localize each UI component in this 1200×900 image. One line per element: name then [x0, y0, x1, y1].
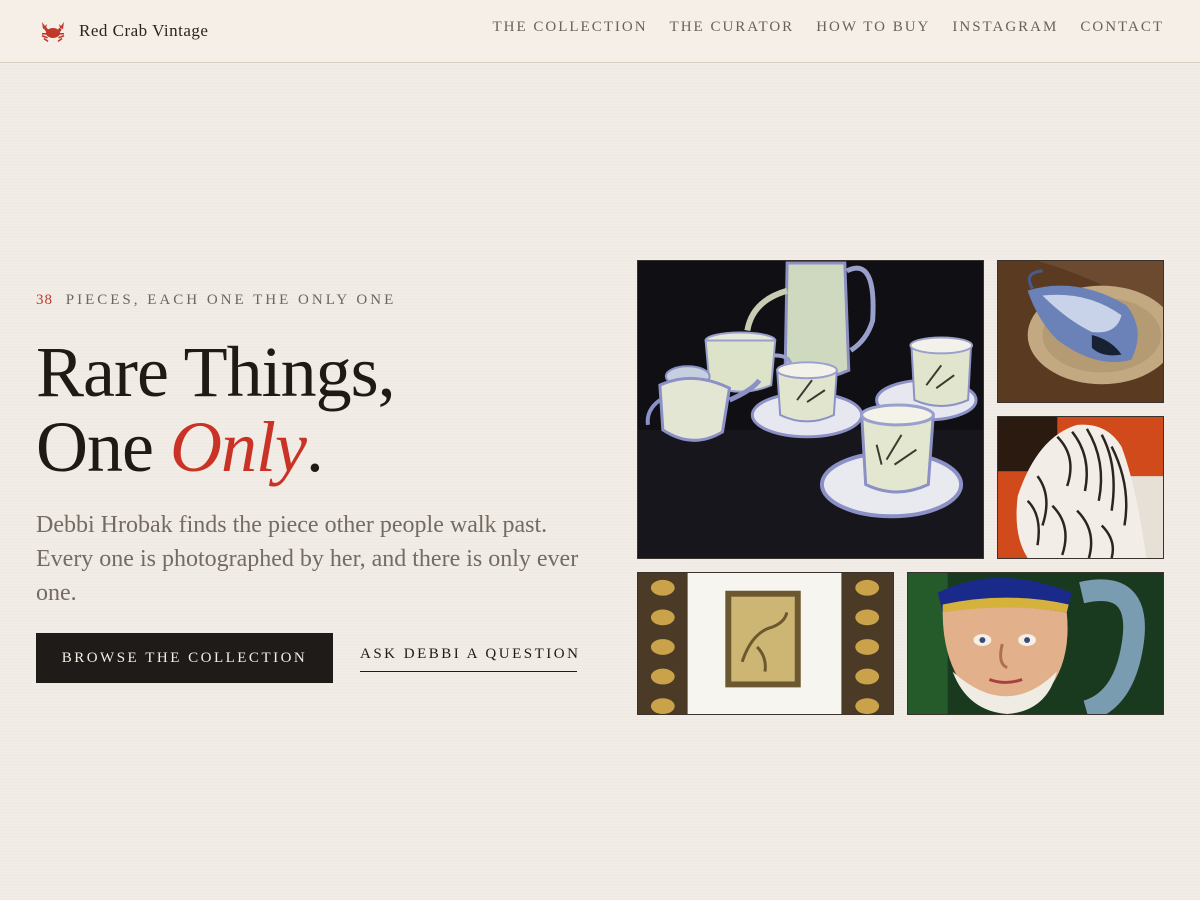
main-nav: THE COLLECTION THE CURATOR HOW TO BUY IN…: [492, 19, 1164, 36]
zebra-figurine-photo[interactable]: [997, 416, 1164, 559]
nav-item-how-to-buy[interactable]: HOW TO BUY: [816, 19, 930, 36]
hero-eyebrow: 38 PIECES, EACH ONE THE ONLY ONE: [36, 292, 396, 309]
eyebrow-text: PIECES, EACH ONE THE ONLY ONE: [65, 292, 397, 308]
ask-debbi-link[interactable]: ASK DEBBI A QUESTION: [360, 646, 578, 672]
hero-lede: Debbi Hrobak finds the piece other peopl…: [36, 512, 579, 606]
nav-item-curator[interactable]: THE CURATOR: [670, 19, 795, 36]
headline-line-1: Rare Things,: [36, 332, 396, 412]
sea-captain-toby-jug-photo[interactable]: [907, 572, 1164, 715]
framed-gilt-print-photo[interactable]: [637, 572, 894, 715]
headline-line-2-prefix: One: [36, 407, 154, 487]
piece-count: 38: [36, 292, 53, 308]
site-header: Red Crab Vintage THE COLLECTION THE CURA…: [0, 0, 1200, 63]
nav-item-instagram[interactable]: INSTAGRAM: [952, 19, 1058, 36]
headline-line-2-suffix: .: [305, 407, 324, 487]
glass-whale-photo[interactable]: [997, 260, 1164, 403]
hero-headline: Rare Things, One Only.: [36, 332, 396, 487]
brand-name: Red Crab Vintage: [79, 21, 209, 40]
browse-collection-button[interactable]: BROWSE THE COLLECTION: [36, 633, 333, 683]
nav-item-collection[interactable]: THE COLLECTION: [492, 19, 647, 36]
crab-icon: [39, 20, 67, 42]
brand-link[interactable]: Red Crab Vintage: [39, 18, 208, 44]
headline-accent: Only: [169, 407, 307, 487]
nav-item-contact[interactable]: CONTACT: [1080, 19, 1164, 36]
lusterware-tea-set-photo[interactable]: [637, 260, 984, 559]
